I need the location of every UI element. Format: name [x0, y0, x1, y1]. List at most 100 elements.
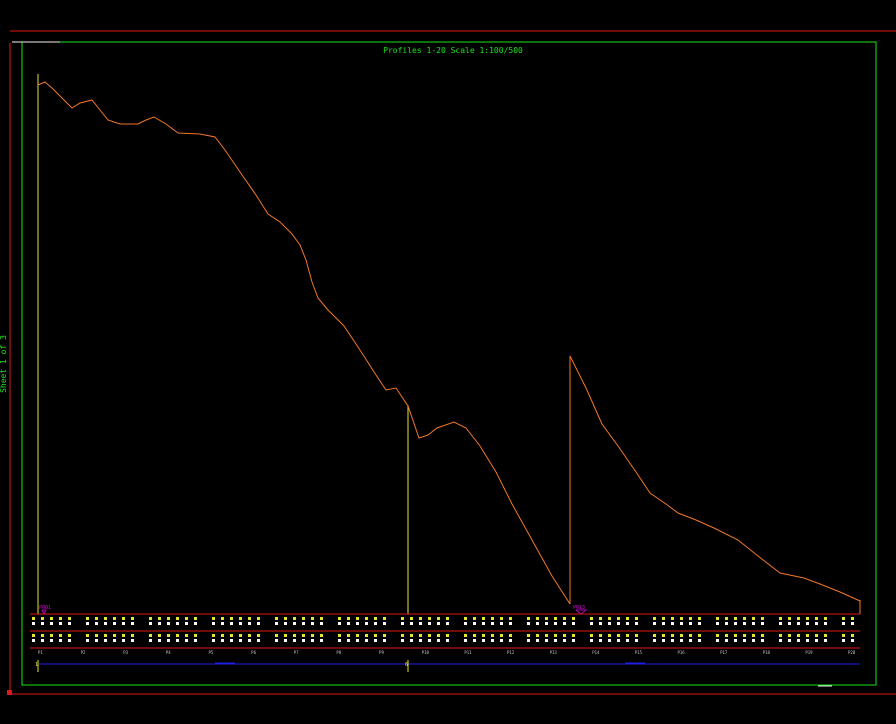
- table-cell-mark: [248, 639, 251, 642]
- table-cell-mark: [626, 639, 629, 642]
- table-cell-mark: [752, 617, 755, 620]
- table-cell-mark: [410, 634, 413, 637]
- table-cell-mark: [761, 622, 764, 625]
- table-cell-mark: [446, 617, 449, 620]
- table-cell-mark: [599, 634, 602, 637]
- table-cell-mark: [635, 622, 638, 625]
- table-cell-mark: [230, 617, 233, 620]
- table-cell-mark: [275, 617, 278, 620]
- table-cell-mark: [131, 639, 134, 642]
- table-cell-mark: [437, 622, 440, 625]
- table-cell-mark: [104, 639, 107, 642]
- table-cell-mark: [635, 617, 638, 620]
- table-cell-mark: [95, 622, 98, 625]
- table-cell-mark: [230, 622, 233, 625]
- table-cell-mark: [545, 634, 548, 637]
- table-cell-mark: [383, 617, 386, 620]
- table-cell-mark: [185, 634, 188, 637]
- table-cell-mark: [248, 622, 251, 625]
- table-cell-mark: [122, 622, 125, 625]
- table-cell-mark: [194, 617, 197, 620]
- table-cell-mark: [815, 634, 818, 637]
- table-cell-mark: [671, 617, 674, 620]
- table-cell-mark: [320, 639, 323, 642]
- table-cell-mark: [284, 634, 287, 637]
- table-cell-mark: [239, 634, 242, 637]
- table-cell-mark: [176, 634, 179, 637]
- station-label: P11: [464, 650, 472, 655]
- table-cell-mark: [500, 617, 503, 620]
- table-cell-mark: [761, 634, 764, 637]
- table-cell-mark: [176, 617, 179, 620]
- cad-drawing-canvas[interactable]: Profiles 1-20 Scale 1:100/500 Sheet 1 of…: [0, 0, 896, 724]
- table-cell-mark: [50, 622, 53, 625]
- table-cell-mark: [653, 634, 656, 637]
- table-cell-mark: [554, 622, 557, 625]
- table-cell-mark: [752, 622, 755, 625]
- table-cell-mark: [167, 639, 170, 642]
- table-cell-mark: [419, 622, 422, 625]
- table-cell-mark: [743, 617, 746, 620]
- table-cell-mark: [698, 617, 701, 620]
- table-cell-mark: [158, 617, 161, 620]
- table-cell-mark: [842, 634, 845, 637]
- table-cell-mark: [563, 622, 566, 625]
- table-cell-mark: [689, 639, 692, 642]
- table-cell-mark: [176, 622, 179, 625]
- table-cell-mark: [221, 617, 224, 620]
- table-cell-mark: [230, 639, 233, 642]
- table-cell-mark: [428, 622, 431, 625]
- table-cell-mark: [428, 634, 431, 637]
- table-cell-mark: [437, 617, 440, 620]
- table-cell-mark: [356, 639, 359, 642]
- table-cell-mark: [383, 634, 386, 637]
- station-label: P9: [379, 650, 384, 655]
- table-cell-mark: [338, 622, 341, 625]
- table-cell-mark: [401, 622, 404, 625]
- table-cell-mark: [482, 617, 485, 620]
- table-cell-mark: [734, 634, 737, 637]
- table-cell-mark: [716, 622, 719, 625]
- table-cell-mark: [41, 639, 44, 642]
- table-cell-mark: [815, 622, 818, 625]
- table-cell-mark: [779, 617, 782, 620]
- table-cell-mark: [806, 639, 809, 642]
- table-cell-mark: [635, 639, 638, 642]
- table-cell-mark: [572, 622, 575, 625]
- table-cell-mark: [536, 639, 539, 642]
- station-label: P4: [166, 650, 171, 655]
- frame-corner-mark: [7, 690, 12, 695]
- table-cell-mark: [734, 617, 737, 620]
- table-cell-mark: [113, 622, 116, 625]
- table-cell-mark: [293, 634, 296, 637]
- table-cell-mark: [725, 634, 728, 637]
- table-cell-mark: [356, 617, 359, 620]
- table-cell-mark: [680, 622, 683, 625]
- table-cell-mark: [554, 617, 557, 620]
- table-cell-mark: [464, 634, 467, 637]
- table-cell-mark: [680, 617, 683, 620]
- table-cell-mark: [590, 617, 593, 620]
- table-cell-mark: [473, 622, 476, 625]
- table-cell-mark: [194, 634, 197, 637]
- table-cell-mark: [104, 622, 107, 625]
- table-cell-mark: [509, 622, 512, 625]
- table-cell-mark: [347, 622, 350, 625]
- table-cell-mark: [239, 617, 242, 620]
- table-cell-mark: [554, 634, 557, 637]
- table-cell-mark: [95, 617, 98, 620]
- table-cell-mark: [779, 639, 782, 642]
- table-cell-mark: [41, 617, 44, 620]
- table-cell-mark: [158, 622, 161, 625]
- table-cell-mark: [212, 639, 215, 642]
- table-cell-mark: [86, 634, 89, 637]
- table-cell-mark: [482, 639, 485, 642]
- table-cell-mark: [842, 617, 845, 620]
- table-cell-mark: [374, 634, 377, 637]
- table-cell-mark: [401, 617, 404, 620]
- table-cell-mark: [572, 634, 575, 637]
- table-cell-mark: [743, 622, 746, 625]
- table-cell-mark: [563, 617, 566, 620]
- table-cell-mark: [374, 622, 377, 625]
- table-cell-mark: [32, 634, 35, 637]
